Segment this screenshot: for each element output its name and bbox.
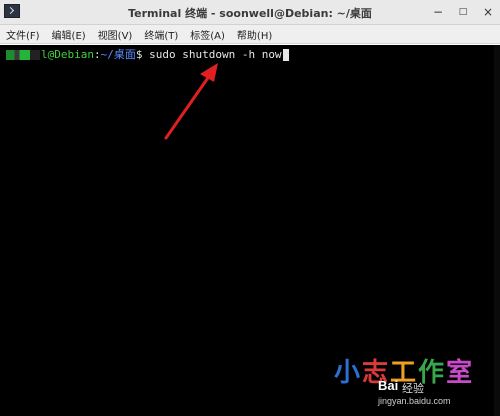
watermark-baidu: Bai xyxy=(378,378,399,393)
watermark-url: jingyan.baidu.com xyxy=(378,396,451,406)
window-titlebar[interactable]: Terminal 终端 - soonwell@Debian: ~/桌面 − □ … xyxy=(0,0,500,25)
redacted-username xyxy=(6,50,40,60)
close-button[interactable]: × xyxy=(480,5,496,19)
command-text: sudo shutdown -h now xyxy=(142,48,282,61)
menu-tabs[interactable]: 标签(A) xyxy=(190,27,225,42)
scrollbar[interactable] xyxy=(494,45,500,416)
window-title: Terminal 终端 - soonwell@Debian: ~/桌面 xyxy=(128,7,372,20)
prompt-separator: : xyxy=(93,48,101,61)
watermark: 小志工作室 Bai 经验 jingyan.baidu.com xyxy=(334,352,494,412)
minimize-button[interactable]: − xyxy=(430,5,446,19)
command-line: l@Debian: ~/桌面 $ sudo shutdown -h now xyxy=(6,48,289,62)
prompt-path: ~/桌面 xyxy=(100,48,136,61)
text-cursor xyxy=(282,49,289,61)
prompt-symbol: $ xyxy=(135,48,143,61)
menu-terminal[interactable]: 终端(T) xyxy=(144,27,178,42)
menu-file[interactable]: 文件(F) xyxy=(6,27,40,42)
menubar: 文件(F) 编辑(E) 视图(V) 终端(T) 标签(A) 帮助(H) xyxy=(0,25,500,44)
maximize-button[interactable]: □ xyxy=(455,5,471,19)
menu-help[interactable]: 帮助(H) xyxy=(237,27,272,42)
prompt-user-host: l@Debian xyxy=(41,48,94,61)
menu-view[interactable]: 视图(V) xyxy=(98,27,133,42)
menu-edit[interactable]: 编辑(E) xyxy=(52,27,86,42)
watermark-jingyan: 经验 xyxy=(402,382,424,395)
